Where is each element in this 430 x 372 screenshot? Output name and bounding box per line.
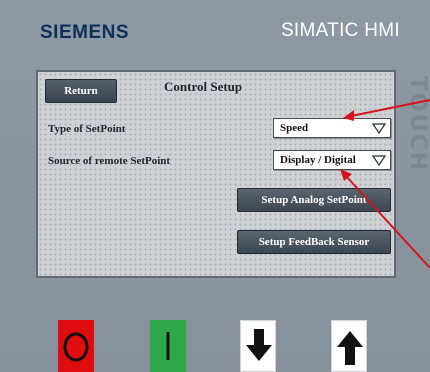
hmi-screen-frame: Return Control Setup Type of SetPoint Sp…	[36, 70, 396, 278]
type-of-setpoint-label: Type of SetPoint	[48, 123, 126, 135]
start-key[interactable]	[150, 320, 186, 372]
dropdown-arrow-icon	[372, 155, 386, 166]
function-keys	[0, 320, 430, 372]
source-of-remote-setpoint-label: Source of remote SetPoint	[48, 155, 171, 167]
hmi-screen: Return Control Setup Type of SetPoint Sp…	[38, 72, 394, 276]
setpoint-type-value: Speed	[280, 122, 309, 134]
remote-setpoint-source-value: Display / Digital	[280, 154, 356, 166]
down-arrow-key[interactable]	[240, 320, 276, 372]
dropdown-arrow-icon	[372, 123, 386, 134]
touch-label: TOUCH	[405, 76, 430, 173]
panel-header: SIEMENS SIMATIC HMI	[0, 0, 430, 58]
product-name: SIMATIC HMI	[280, 20, 400, 41]
stop-key[interactable]	[58, 320, 94, 372]
siemens-logo: SIEMENS	[40, 22, 130, 43]
setup-feedback-sensor-button[interactable]: Setup FeedBack Sensor	[237, 230, 391, 254]
arrow-up-icon	[337, 331, 363, 365]
bar-i-icon	[166, 332, 170, 360]
screen-title: Control Setup	[164, 79, 243, 94]
setpoint-type-select[interactable]: Speed	[273, 118, 391, 138]
arrow-down-icon	[246, 329, 272, 361]
circle-o-icon	[63, 332, 89, 362]
hmi-panel: SIEMENS SIMATIC HMI TOUCH Return Control…	[0, 0, 430, 372]
return-button[interactable]: Return	[45, 79, 117, 103]
setup-analog-setpoint-button[interactable]: Setup Analog SetPoint	[237, 188, 391, 212]
up-arrow-key[interactable]	[331, 320, 367, 372]
remote-setpoint-source-select[interactable]: Display / Digital	[273, 150, 391, 170]
